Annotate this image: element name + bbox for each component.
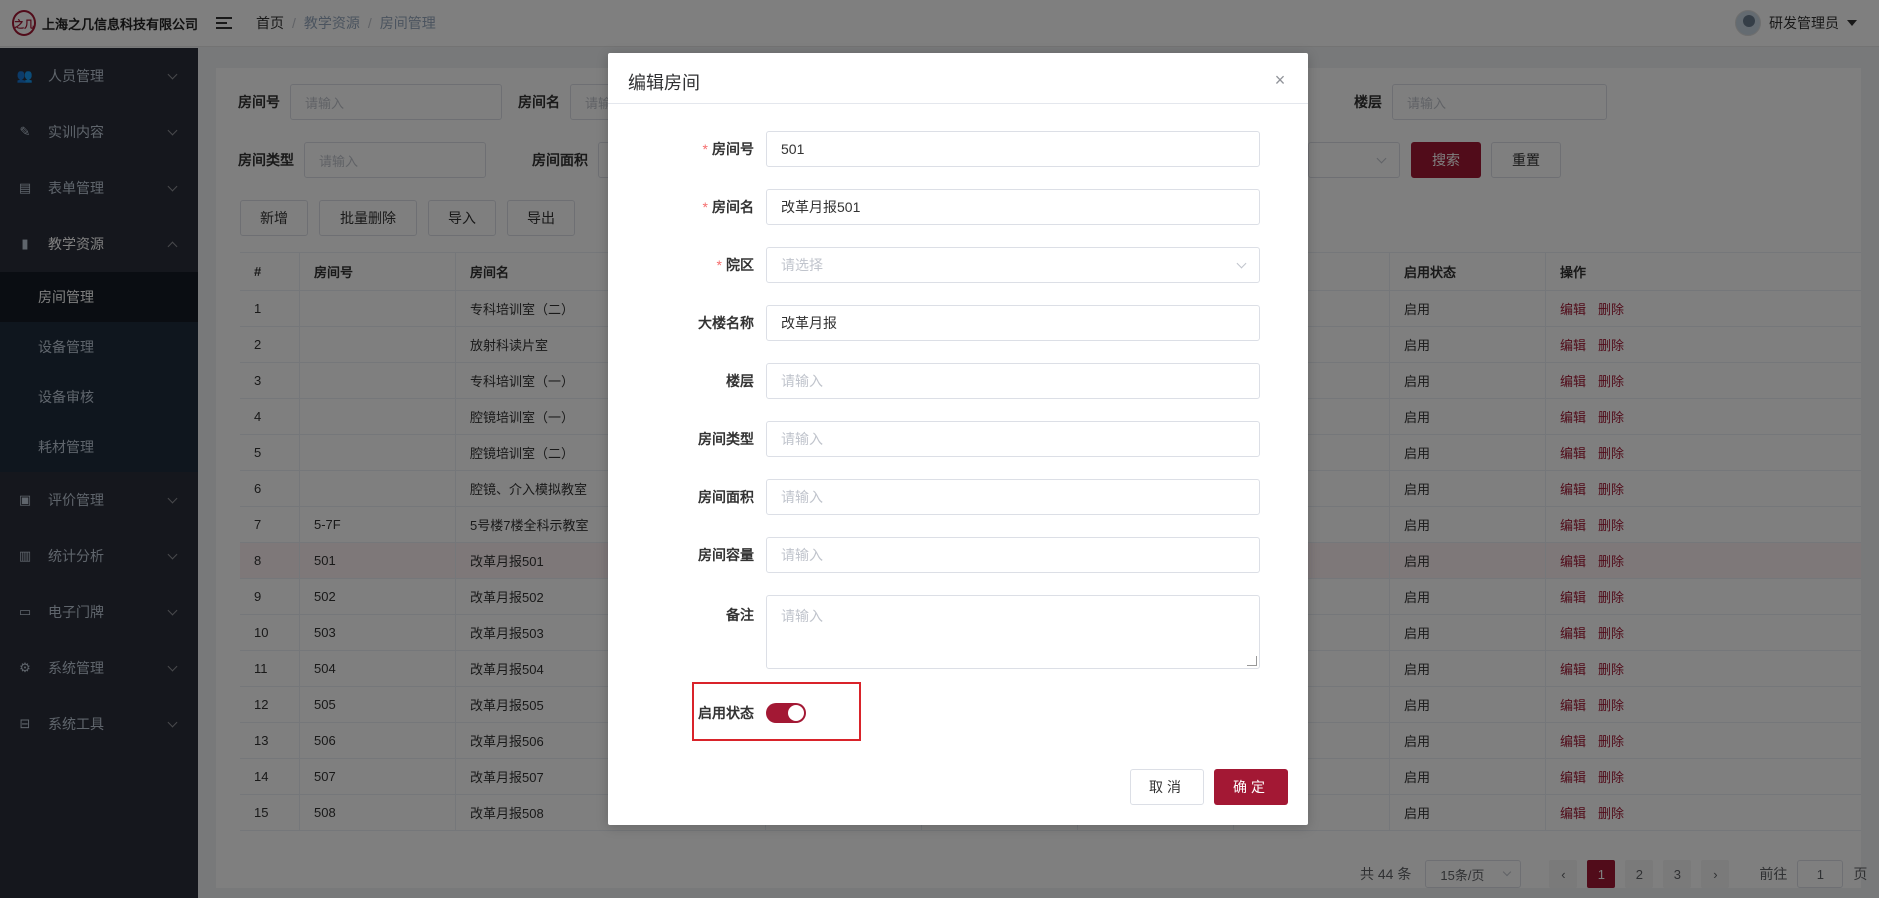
form-input-7[interactable]: 请输入	[766, 537, 1260, 573]
form-input-value: 501	[781, 141, 805, 157]
form-row: 楼层 请输入	[608, 363, 1308, 399]
form-input-value: 请输入	[781, 489, 823, 505]
resize-handle-icon[interactable]	[1247, 656, 1257, 666]
form-input-value: 改革月报501	[781, 199, 861, 215]
form-input-value: 改革月报	[781, 315, 837, 331]
form-input-value: 请选择	[781, 257, 823, 273]
form-input-value: 请输入	[781, 431, 823, 447]
confirm-button[interactable]: 确定	[1214, 769, 1288, 805]
form-row: 房间容量 请输入	[608, 537, 1308, 573]
form-label-text: 院区	[726, 257, 754, 273]
remark-textarea[interactable]: 请输入	[766, 595, 1260, 669]
dialog-title: 编辑房间	[628, 73, 700, 93]
form-input-3[interactable]: 改革月报	[766, 305, 1260, 341]
form-row: 大楼名称 改革月报	[608, 305, 1308, 341]
required-mark: *	[702, 199, 708, 215]
form-label-text: 房间名	[712, 199, 754, 215]
form-label: 备注	[726, 607, 754, 623]
form-input-4[interactable]: 请输入	[766, 363, 1260, 399]
form-label-text: 大楼名称	[698, 315, 754, 331]
highlight-box	[692, 682, 861, 741]
close-icon[interactable]: ×	[1272, 71, 1288, 89]
form-row: 房间类型 请输入	[608, 421, 1308, 457]
form-label: 大楼名称	[608, 313, 766, 333]
form-row: * 房间名 改革月报501	[608, 189, 1308, 225]
form-label-text: 房间面积	[698, 489, 754, 505]
form-input-2[interactable]: 请选择	[766, 247, 1260, 283]
dialog-divider	[608, 103, 1308, 104]
form-input-1[interactable]: 改革月报501	[766, 189, 1260, 225]
form-label: * 房间号	[608, 139, 766, 159]
form-row: * 院区 请选择	[608, 247, 1308, 283]
form-label: * 院区	[608, 255, 766, 275]
form-label: 楼层	[608, 371, 766, 391]
form-input-value: 请输入	[781, 547, 823, 563]
form-input-6[interactable]: 请输入	[766, 479, 1260, 515]
form-row: 房间面积 请输入	[608, 479, 1308, 515]
cancel-button[interactable]: 取消	[1130, 769, 1204, 805]
form-label-text: 房间号	[712, 141, 754, 157]
form-label: 房间容量	[608, 545, 766, 565]
required-mark: *	[702, 141, 708, 157]
chevron-down-icon	[1236, 258, 1247, 269]
form-label: 房间面积	[608, 487, 766, 507]
form-row: * 房间号 501	[608, 131, 1308, 167]
remark-placeholder: 请输入	[781, 608, 823, 624]
form-label: 房间类型	[608, 429, 766, 449]
required-mark: *	[716, 257, 722, 273]
form-label-text: 房间类型	[698, 431, 754, 447]
form-input-0[interactable]: 501	[766, 131, 1260, 167]
form-label-text: 房间容量	[698, 547, 754, 563]
form-label: * 房间名	[608, 197, 766, 217]
form-input-5[interactable]: 请输入	[766, 421, 1260, 457]
form-label-text: 楼层	[726, 373, 754, 389]
form-row-remark: 备注 请输入	[608, 595, 1308, 669]
form-input-value: 请输入	[781, 373, 823, 389]
